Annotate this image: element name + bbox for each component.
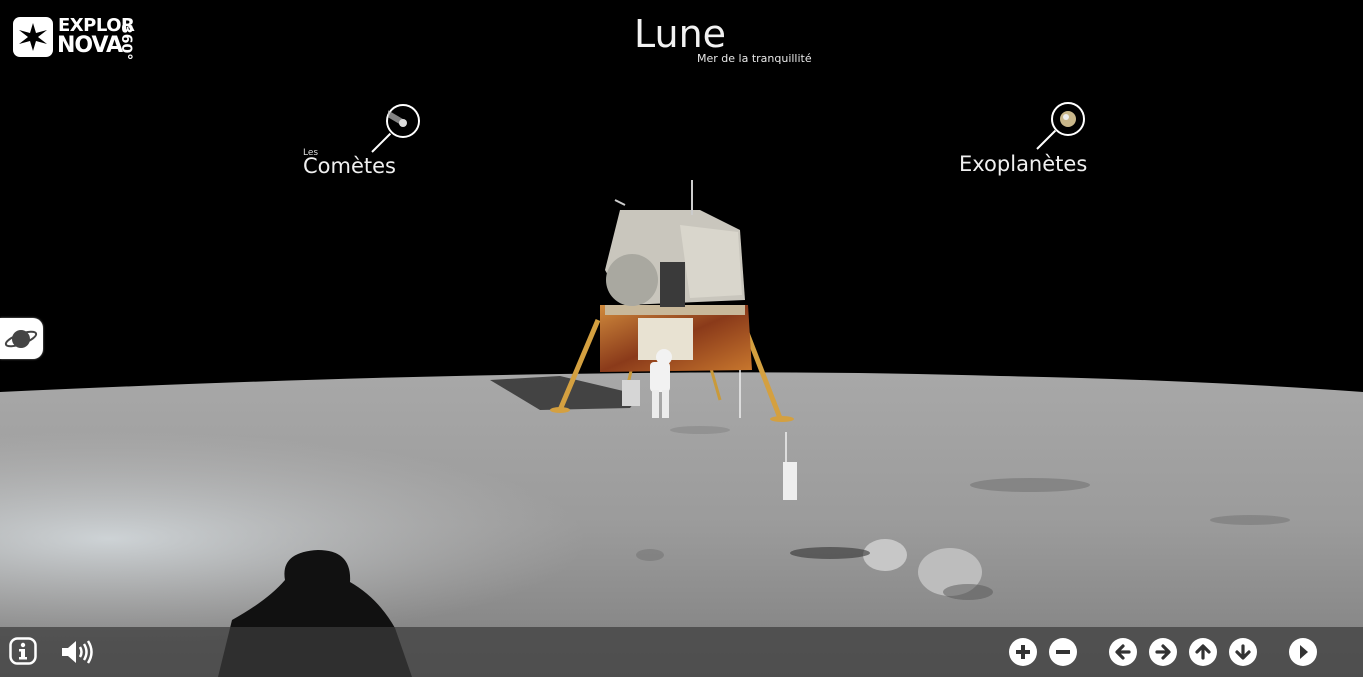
arrow-up-icon	[1195, 644, 1211, 660]
pan-right-button[interactable]	[1149, 638, 1177, 666]
zoom-out-button[interactable]	[1049, 638, 1077, 666]
arrow-right-icon	[1155, 644, 1171, 660]
zoom-in-icon	[1016, 645, 1030, 659]
volume-button[interactable]	[60, 638, 94, 666]
hotspot-label: Comètes	[303, 154, 396, 178]
explornova-logo[interactable]: EXPLOR NOVA 360°	[13, 16, 163, 64]
bottom-toolbar	[0, 627, 1363, 677]
saturn-menu-button[interactable]	[0, 318, 43, 359]
zoom-out-icon	[1056, 650, 1070, 654]
page-subtitle: Mer de la tranquillité	[697, 52, 812, 65]
arrow-down-icon	[1235, 644, 1251, 660]
arrow-left-icon	[1115, 644, 1131, 660]
autoplay-button[interactable]	[1289, 638, 1317, 666]
starburst-logo-icon	[13, 17, 53, 57]
logo-360: 360°	[118, 24, 134, 61]
hotspot-label: Exoplanètes	[959, 152, 1088, 176]
hotspot-cometes[interactable]: Les Comètes	[300, 96, 430, 184]
magnifier-handle	[371, 132, 392, 153]
pan-down-button[interactable]	[1229, 638, 1257, 666]
pan-left-button[interactable]	[1109, 638, 1137, 666]
volume-icon	[62, 640, 93, 664]
info-icon	[9, 637, 37, 665]
magnifier-handle	[1036, 129, 1057, 150]
saturn-icon	[4, 330, 38, 348]
moon-panorama[interactable]	[0, 0, 1363, 677]
play-icon	[1300, 645, 1308, 659]
info-button[interactable]	[9, 637, 37, 665]
comet-icon	[386, 104, 420, 138]
pan-up-button[interactable]	[1189, 638, 1217, 666]
zoom-in-button[interactable]	[1009, 638, 1037, 666]
logo-text-bottom: NOVA	[57, 33, 123, 58]
page-title: Lune	[634, 12, 727, 56]
hotspot-exoplanetes[interactable]: Exoplanètes	[955, 96, 1095, 180]
